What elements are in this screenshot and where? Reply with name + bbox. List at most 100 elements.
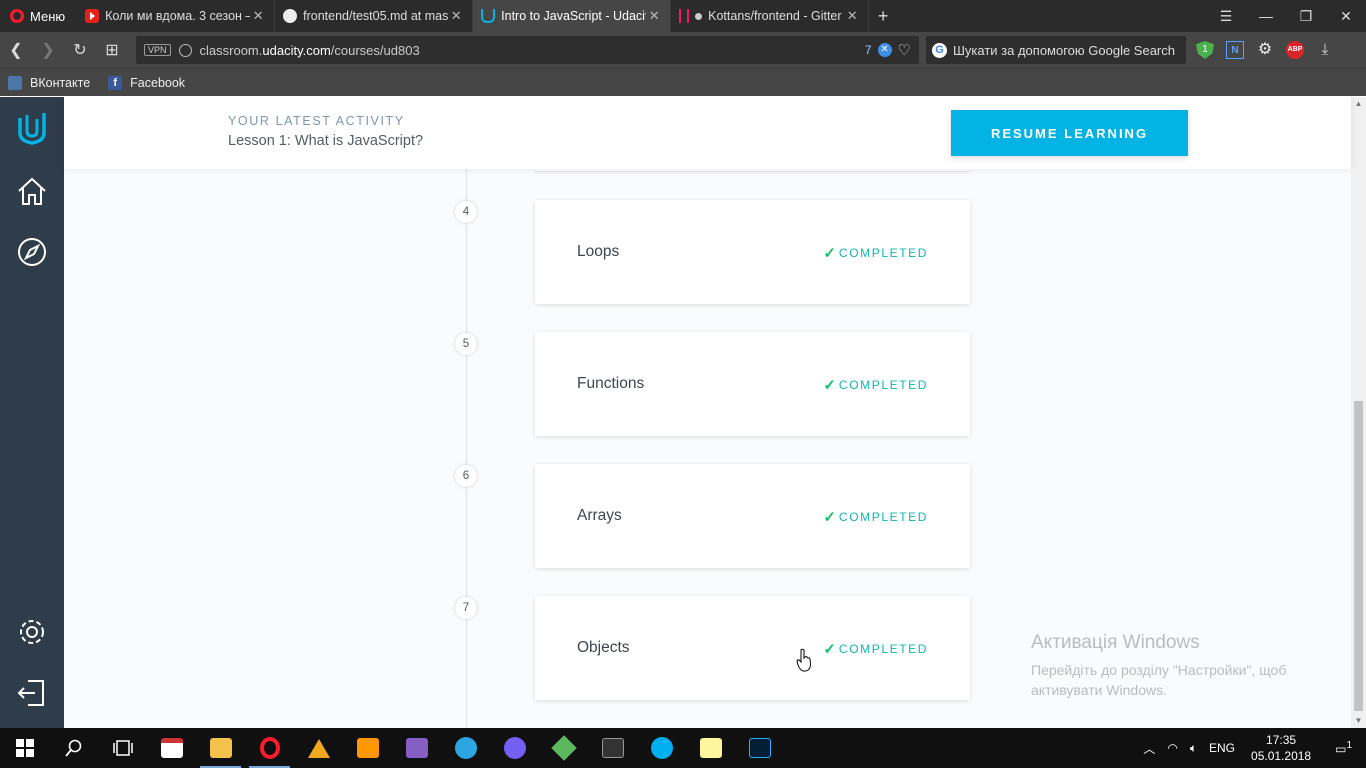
tracker-count: 7 xyxy=(864,43,872,57)
taskbar-visual-studio[interactable] xyxy=(392,728,441,768)
taskbar-sublime[interactable] xyxy=(343,728,392,768)
tab-youtube[interactable]: Коли ми вдома. 3 сезон – ✕ xyxy=(77,0,276,32)
notifications-icon[interactable]: ▭1 xyxy=(1321,740,1366,756)
taskbar-sticky-notes[interactable] xyxy=(686,728,735,768)
compass-icon[interactable] xyxy=(14,234,50,270)
check-icon: ✓ xyxy=(823,509,836,526)
restore-icon[interactable]: ❐ xyxy=(1286,8,1326,25)
globe-icon xyxy=(178,43,192,57)
activity-lesson-link[interactable]: Lesson 1: What is JavaScript? xyxy=(228,133,423,149)
git-diamond-icon xyxy=(550,735,577,761)
tray-chevron-up-icon[interactable]: ︿ xyxy=(1137,740,1161,757)
scrollbar-thumb[interactable] xyxy=(1354,401,1363,711)
taskbar-telegram[interactable] xyxy=(441,728,490,768)
close-window-icon[interactable]: ✕ xyxy=(1326,8,1366,25)
tracker-blocker[interactable]: 7 ✕ ♡ xyxy=(865,41,911,59)
bookmark-heart-icon[interactable]: ♡ xyxy=(898,41,911,59)
scroll-down-icon[interactable]: ▼ xyxy=(1351,714,1366,728)
clock-date: 05.01.2018 xyxy=(1251,749,1312,763)
address-bar[interactable]: VPN classroom.udacity.com/courses/ud803 … xyxy=(136,36,919,64)
lesson-card-loops[interactable]: Loops ✓ COMPLETED xyxy=(535,200,970,304)
lesson-status: ✓ COMPLETED xyxy=(823,376,928,394)
speed-dial-icon[interactable]: ⊞ xyxy=(96,40,128,60)
tab-close-icon[interactable]: ✕ xyxy=(646,8,662,24)
taskbar-opera[interactable] xyxy=(245,728,294,768)
taskbar-calendar-app[interactable] xyxy=(147,728,196,768)
scroll-up-icon[interactable]: ▲ xyxy=(1351,97,1366,111)
taskbar-terminal[interactable] xyxy=(588,728,637,768)
hand-cursor-icon xyxy=(796,648,812,672)
youtube-icon xyxy=(85,9,100,23)
settings-extension-icon[interactable]: ⚙ xyxy=(1256,41,1274,59)
vpn-badge[interactable]: VPN xyxy=(144,44,171,56)
volume-icon[interactable]: 🔈︎ xyxy=(1184,741,1203,756)
terminal-icon xyxy=(601,738,624,758)
page-scrollbar[interactable]: ▲ ▼ xyxy=(1351,97,1366,728)
sticky-notes-icon xyxy=(699,738,722,758)
lesson-card-arrays[interactable]: Arrays ✓ COMPLETED xyxy=(535,464,970,568)
triangle-app-icon xyxy=(307,738,330,758)
lesson-number: 6 xyxy=(455,465,477,487)
back-icon[interactable]: ❮ xyxy=(0,40,32,60)
language-indicator[interactable]: ENG xyxy=(1203,741,1241,755)
tab-udacity[interactable]: Intro to JavaScript - Udacity ✕ xyxy=(473,0,672,32)
home-icon[interactable] xyxy=(14,173,50,209)
bookmark-facebook[interactable]: f Facebook xyxy=(108,75,186,90)
telegram-icon xyxy=(454,737,477,759)
status-text: COMPLETED xyxy=(838,642,928,656)
lesson-status: ✓ COMPLETED xyxy=(823,244,928,262)
taskbar-skype[interactable] xyxy=(637,728,686,768)
menu-label: Меню xyxy=(30,8,66,24)
download-icon[interactable]: ⤓ xyxy=(1316,41,1334,59)
shield-extension-icon[interactable]: 1 xyxy=(1196,41,1214,59)
udacity-logo-icon[interactable] xyxy=(17,111,47,145)
wifi-icon[interactable]: ◠ xyxy=(1161,741,1183,755)
minimize-icon[interactable]: — xyxy=(1246,8,1286,24)
lesson-number: 5 xyxy=(455,333,477,355)
tab-title: Intro to JavaScript - Udacity xyxy=(501,9,647,23)
status-text: COMPLETED xyxy=(838,378,928,392)
resume-learning-button[interactable]: RESUME LEARNING xyxy=(951,110,1188,156)
viber-icon xyxy=(503,737,526,759)
lesson-card-functions[interactable]: Functions ✓ COMPLETED xyxy=(535,332,970,436)
start-button[interactable] xyxy=(0,728,49,768)
extension-icons: 1 N ⚙ ABP ⤓ xyxy=(1196,32,1334,68)
window-controls: ☰ — ❐ ✕ xyxy=(1206,0,1366,32)
task-view-icon xyxy=(112,740,133,756)
taskbar-photoshop[interactable] xyxy=(735,728,784,768)
taskbar-viber[interactable] xyxy=(490,728,539,768)
search-field[interactable]: G Шукати за допомогою Google Search xyxy=(926,36,1186,64)
tab-close-icon[interactable]: ✕ xyxy=(844,8,860,24)
facebook-icon: f xyxy=(108,75,123,90)
check-icon: ✓ xyxy=(823,641,836,658)
bookmark-vkontakte[interactable]: ВКонтакте xyxy=(8,75,90,90)
forward-icon[interactable]: ❯ xyxy=(32,40,64,60)
status-text: COMPLETED xyxy=(838,510,928,524)
clock[interactable]: 17:35 05.01.2018 xyxy=(1241,732,1321,764)
tab-close-icon[interactable]: ✕ xyxy=(250,8,266,24)
adblock-icon[interactable]: ABP xyxy=(1286,41,1304,59)
lesson-card-objects[interactable]: Objects ✓ COMPLETED xyxy=(535,596,970,700)
google-icon: G xyxy=(932,42,947,58)
lesson-title: Loops xyxy=(577,243,620,260)
new-tab-icon[interactable]: + xyxy=(869,6,897,27)
task-view-button[interactable] xyxy=(98,728,147,768)
settings-icon[interactable] xyxy=(14,614,50,650)
tab-gitter[interactable]: Kottans/frontend - Gitter ✕ xyxy=(671,0,870,32)
search-taskbar-button[interactable] xyxy=(49,728,98,768)
status-text: COMPLETED xyxy=(838,246,928,260)
taskbar-explorer[interactable] xyxy=(196,728,245,768)
tab-menu-icon[interactable]: ☰ xyxy=(1206,8,1246,25)
tab-title: Kottans/frontend - Gitter xyxy=(708,9,842,23)
windows-taskbar: ︿ ◠ 🔈︎ ENG 17:35 05.01.2018 ▭1 xyxy=(0,728,1366,768)
taskbar-git-app[interactable] xyxy=(539,728,588,768)
logout-icon[interactable] xyxy=(14,675,50,711)
reload-icon[interactable]: ↻ xyxy=(64,40,96,60)
tab-close-icon[interactable]: ✕ xyxy=(448,8,464,24)
opera-menu-button[interactable]: Меню xyxy=(0,0,77,32)
calendar-icon xyxy=(160,738,183,758)
taskbar-app-triangle[interactable] xyxy=(294,728,343,768)
bookmark-label: Facebook xyxy=(130,75,186,90)
tab-github[interactable]: frontend/test05.md at mas ✕ xyxy=(275,0,474,32)
n-extension-icon[interactable]: N xyxy=(1226,41,1244,59)
